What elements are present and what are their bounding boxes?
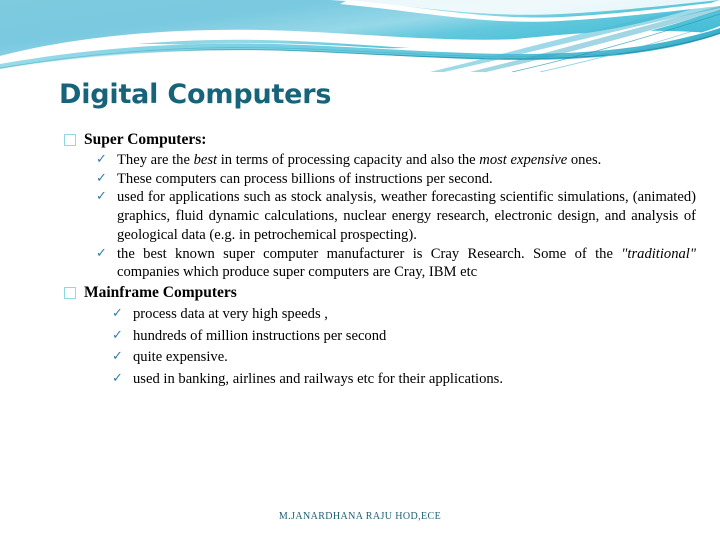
slide-content: Super Computers: ✓ They are the best in …	[64, 130, 696, 392]
emphasis-text: best	[193, 151, 218, 168]
list-item: ✓ quite expensive.	[112, 348, 696, 367]
list-item: ✓ used in banking, airlines and railways…	[112, 370, 696, 389]
list-item: ✓ hundreds of million instructions per s…	[112, 327, 696, 346]
square-bullet-icon	[64, 134, 76, 146]
list-item-text: the best known super computer manufactur…	[117, 245, 696, 283]
plain-text: used for applications such as stock anal…	[117, 189, 696, 243]
check-bullet-icon: ✓	[112, 305, 123, 321]
emphasis-text: "traditional"	[621, 245, 696, 262]
check-bullet-icon: ✓	[112, 349, 123, 365]
list-item: ✓ These computers can process billions o…	[96, 170, 696, 189]
plain-text: companies which produce super computers …	[117, 264, 478, 281]
check-bullet-icon: ✓	[96, 151, 107, 167]
plain-text: the best known super computer manufactur…	[117, 245, 622, 262]
emphasis-text: most expensive	[479, 151, 568, 168]
sublist-super-computers: ✓ They are the best in terms of processi…	[64, 151, 696, 282]
list-item: ✓ process data at very high speeds ,	[112, 305, 696, 324]
plain-text: quite expensive.	[133, 349, 228, 366]
check-bullet-icon: ✓	[112, 327, 123, 343]
check-bullet-icon: ✓	[96, 189, 107, 205]
plain-text: hundreds of million instructions per sec…	[133, 327, 387, 344]
slide-footer: M.JANARDHANA RAJU HOD,ECE	[278, 511, 442, 522]
plain-text: used in banking, airlines and railways e…	[133, 371, 504, 388]
list-item-text: process data at very high speeds ,	[133, 305, 696, 324]
sublist-mainframe-computers: ✓ process data at very high speeds , ✓ h…	[64, 305, 696, 389]
plain-text: process data at very high speeds ,	[133, 305, 328, 322]
plain-text: ones.	[567, 151, 602, 168]
plain-text: These computers can process billions of …	[117, 170, 493, 187]
list-item-text: They are the best in terms of processing…	[117, 151, 696, 170]
list-item-text: used in banking, airlines and railways e…	[133, 370, 696, 389]
check-bullet-icon: ✓	[96, 245, 107, 261]
list-item: ✓ used for applications such as stock an…	[96, 188, 696, 244]
list-item-text: quite expensive.	[133, 348, 696, 367]
plain-text: in terms of processing capacity and also…	[217, 151, 480, 168]
list-item: ✓ They are the best in terms of processi…	[96, 151, 696, 170]
bullet-heading-label: Super Computers:	[84, 131, 207, 148]
page-title: Digital Computers	[59, 79, 332, 110]
check-bullet-icon: ✓	[96, 170, 107, 186]
bullet-heading-super-computers: Super Computers:	[64, 130, 696, 150]
list-item: ✓ the best known super computer manufact…	[96, 245, 696, 283]
list-item-text: hundreds of million instructions per sec…	[133, 327, 696, 346]
slide-header-decoration	[0, 0, 720, 72]
banner-swoosh-graphic	[0, 0, 720, 72]
square-bullet-icon	[64, 287, 76, 300]
check-bullet-icon: ✓	[112, 371, 123, 387]
plain-text: They are the	[117, 151, 194, 168]
list-item-text: These computers can process billions of …	[117, 170, 696, 189]
bullet-heading-mainframe-computers: Mainframe Computers	[64, 283, 696, 303]
list-item-text: used for applications such as stock anal…	[117, 188, 696, 244]
bullet-heading-label: Mainframe Computers	[84, 284, 237, 302]
